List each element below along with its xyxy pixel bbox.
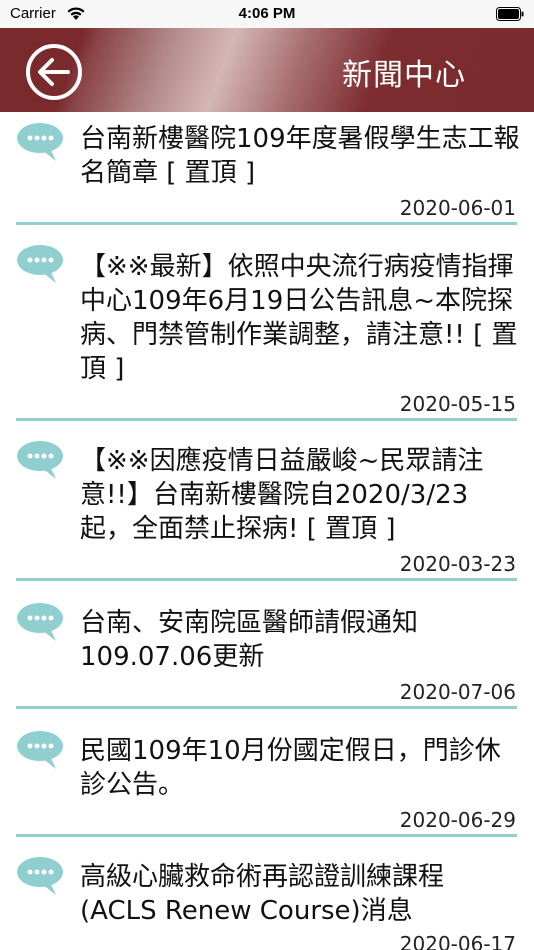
news-item[interactable]: 【※※因應疫情日益嚴峻~民眾請注意!!】台南新樓醫院自2020/3/23起，全面… (0, 420, 534, 582)
news-title: 台南、安南院區醫師請假通知109.07.06更新 (80, 608, 419, 672)
news-item[interactable]: 台南新樓醫院109年度暑假學生志工報名簡章 [ 置頂 ] 2020-06-01 (0, 112, 534, 225)
news-title: 台南新樓醫院109年度暑假學生志工報名簡章 [ 置頂 ] (80, 124, 520, 188)
news-date: 2020-07-06 (399, 680, 516, 704)
news-item[interactable]: 【※※最新】依照中央流行病疫情指揮中心109年6月19日公告訊息~本院探病、門禁… (0, 224, 534, 421)
news-title: 【※※最新】依照中央流行病疫情指揮中心109年6月19日公告訊息~本院探病、門禁… (80, 252, 518, 384)
news-item[interactable]: 台南、安南院區醫師請假通知109.07.06更新 2020-07-06 (0, 582, 534, 712)
status-bar: Carrier 4:06 PM (0, 0, 534, 28)
news-list: 台南新樓醫院109年度暑假學生志工報名簡章 [ 置頂 ] 2020-06-01 … (0, 112, 534, 950)
chat-bubble-icon (17, 441, 63, 479)
chat-bubble-icon (17, 857, 63, 895)
chat-bubble-icon (17, 123, 63, 161)
news-date: 2020-06-01 (399, 196, 516, 220)
divider (16, 834, 517, 837)
chat-bubble-icon (17, 731, 63, 769)
page-title: 新聞中心 (342, 58, 466, 93)
news-date: 2020-06-17 (399, 932, 516, 950)
divider (16, 578, 517, 581)
back-button[interactable] (26, 44, 82, 100)
chat-bubble-icon (17, 603, 63, 641)
status-time: 4:06 PM (238, 5, 296, 22)
news-item[interactable]: 民國109年10月份國定假日，門診休診公告。 2020-06-29 (0, 712, 534, 842)
nav-bar: 新聞中心 (0, 28, 534, 112)
chat-bubble-icon (17, 245, 63, 283)
divider (16, 706, 517, 709)
news-title: 民國109年10月份國定假日，門診休診公告。 (80, 736, 501, 800)
back-arrow-icon (38, 58, 70, 86)
news-item[interactable]: 高級心臟救命術再認證訓練課程(ACLS Renew Course)消息 2020… (0, 842, 534, 950)
news-title: 高級心臟救命術再認證訓練課程(ACLS Renew Course)消息 (80, 862, 445, 926)
news-date: 2020-05-15 (399, 392, 516, 416)
news-title: 【※※因應疫情日益嚴峻~民眾請注意!!】台南新樓醫院自2020/3/23起，全面… (80, 446, 484, 544)
battery-icon (496, 7, 524, 21)
news-date: 2020-06-29 (399, 808, 516, 832)
news-date: 2020-03-23 (399, 552, 516, 576)
